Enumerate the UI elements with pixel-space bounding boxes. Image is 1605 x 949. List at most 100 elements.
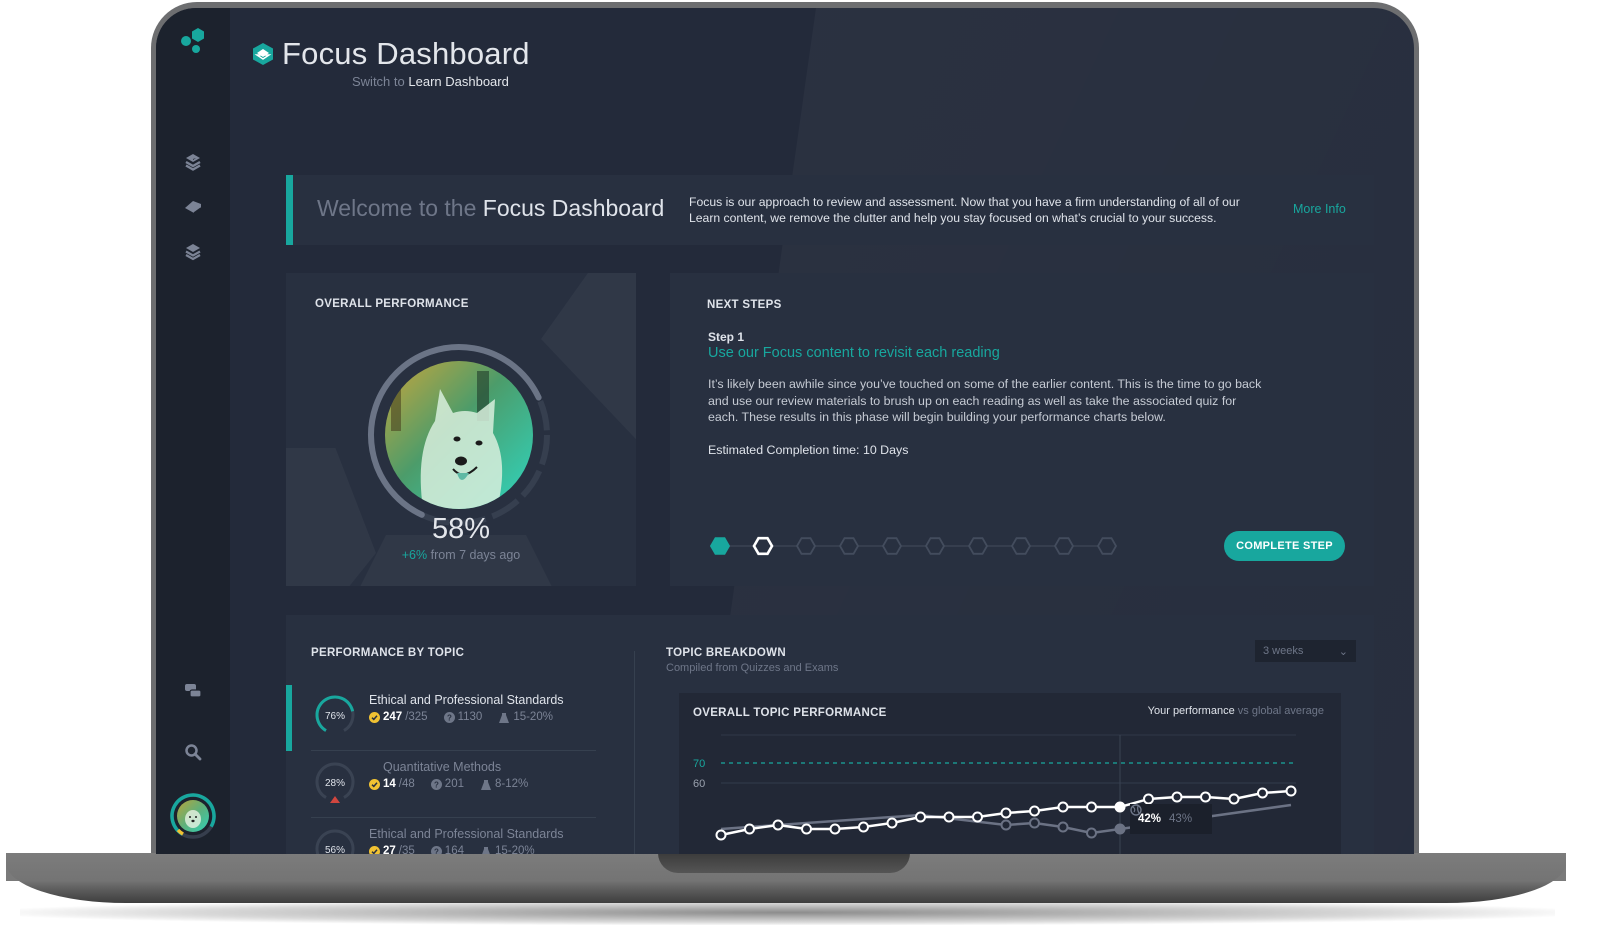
step-marker[interactable]: [838, 537, 860, 555]
step-marker[interactable]: [752, 536, 774, 556]
welcome-description: Focus is our approach to review and asse…: [689, 195, 1240, 225]
topic-row[interactable]: 28% Quantitative Methods 14/48 ? 201 8-12%: [311, 752, 598, 818]
focus-logo-icon: [253, 43, 273, 65]
accent-bar: [286, 175, 293, 245]
sidebar-item-study[interactable]: [182, 241, 204, 263]
switch-dashboard-link[interactable]: Switch to Learn Dashboard: [352, 74, 530, 89]
your-point[interactable]: [744, 823, 755, 835]
more-info-link[interactable]: More Info: [1293, 202, 1346, 216]
step-marker[interactable]: [1053, 537, 1075, 555]
your-point[interactable]: [1114, 801, 1126, 813]
step-title[interactable]: Use our Focus content to revisit each re…: [708, 345, 1000, 361]
your-point[interactable]: [943, 811, 955, 823]
your-point[interactable]: [915, 811, 926, 823]
next-steps-title: NEXT STEPS: [707, 299, 782, 311]
app-logo-icon[interactable]: [178, 26, 208, 56]
your-point[interactable]: [1228, 793, 1240, 805]
topic-stats: 247/325 ? 1130 15-20%: [369, 711, 553, 723]
step-marker[interactable]: [710, 537, 731, 555]
sidebar: [156, 8, 230, 854]
your-point[interactable]: [801, 823, 812, 835]
layers-stack-icon: [185, 154, 201, 171]
global-point: [1086, 827, 1097, 839]
next-steps-card: NEXT STEPS Step 1 Use our Focus content …: [670, 273, 1374, 586]
topic-row[interactable]: 76% Ethical and Professional Standards 247…: [311, 685, 598, 751]
complete-step-button[interactable]: COMPLETE STEP: [1224, 531, 1345, 561]
your-point[interactable]: [1257, 787, 1268, 799]
sidebar-item-learn[interactable]: [182, 196, 204, 218]
column-divider: [634, 651, 635, 854]
alert-icon: [330, 796, 340, 803]
your-point[interactable]: [972, 811, 983, 823]
topic-section: PERFORMANCE BY TOPIC 76% Ethical and Prof…: [286, 615, 1374, 854]
your-point[interactable]: [1200, 791, 1211, 803]
global-point: [1057, 821, 1069, 833]
your-point[interactable]: [772, 819, 784, 831]
performance-delta: +6% from 7 days ago: [286, 548, 636, 562]
your-point[interactable]: [1057, 801, 1069, 813]
your-point[interactable]: [1029, 805, 1040, 817]
question-icon: ?: [443, 711, 455, 723]
global-point: [1000, 819, 1012, 831]
chart-plot: 70 60: [693, 734, 1297, 854]
range-select-value: 3 weeks: [1263, 645, 1304, 657]
performance-by-topic-title: PERFORMANCE BY TOPIC: [311, 647, 465, 659]
step-marker[interactable]: [881, 537, 903, 555]
your-point[interactable]: [886, 817, 898, 829]
chat-icon: [185, 684, 202, 698]
your-point[interactable]: [1171, 791, 1183, 803]
topic-row[interactable]: 56% Ethical and Professional Standards 27/…: [311, 819, 598, 854]
your-point[interactable]: [829, 823, 841, 835]
topic-percent: 76%: [325, 711, 345, 722]
sidebar-item-search[interactable]: [182, 741, 204, 763]
your-point[interactable]: [1086, 801, 1097, 813]
globe-icon: [1130, 804, 1142, 816]
page-title: Focus Dashboard: [282, 36, 530, 71]
switch-prefix: Switch to: [352, 74, 405, 89]
step-marker[interactable]: [795, 537, 817, 555]
welcome-title-emphasis: Focus Dashboard: [482, 195, 665, 221]
app-screen: Focus Dashboard Switch to Learn Dashboar…: [156, 8, 1414, 854]
topic-percent: 56%: [325, 845, 345, 854]
active-topic-indicator: [286, 685, 292, 751]
laptop-shadow: [20, 900, 1555, 925]
overall-performance-card: OVERALL PERFORMANCE 58% +6% from 7 days: [286, 273, 636, 586]
topic-breakdown-title: TOPIC BREAKDOWN: [666, 647, 786, 659]
switch-target[interactable]: Learn Dashboard: [408, 74, 508, 89]
svg-text:?: ?: [434, 847, 439, 854]
topic-name: Ethical and Professional Standards: [369, 827, 564, 841]
topic-breakdown-subtitle: Compiled from Quizzes and Exams: [666, 662, 839, 674]
topic-stats: 14/48 ? 201 8-12%: [369, 778, 528, 790]
page-header: Focus Dashboard Switch to Learn Dashboar…: [252, 36, 530, 89]
step-description: It’s likely been awhile since you’ve tou…: [708, 377, 1262, 424]
laptop-notch: [658, 853, 910, 873]
y-tick-label: 60: [693, 778, 705, 790]
question-icon: ?: [430, 778, 442, 790]
your-point[interactable]: [1000, 807, 1012, 819]
your-point[interactable]: [858, 821, 869, 833]
user-avatar[interactable]: [169, 792, 217, 840]
chevron-down-icon: ⌄: [1338, 645, 1348, 658]
row-divider: [311, 750, 596, 751]
search-icon: [185, 744, 202, 761]
your-point[interactable]: [1143, 793, 1154, 805]
overall-percentage: 58%: [431, 513, 491, 545]
step-marker[interactable]: [1010, 537, 1032, 555]
estimated-completion: Estimated Completion time: 10 Days: [708, 443, 909, 457]
check-badge-icon: [369, 845, 380, 854]
topic-performance-chart: OVERALL TOPIC PERFORMANCE Your performan…: [679, 693, 1341, 854]
sidebar-item-focus[interactable]: [182, 151, 204, 173]
your-point[interactable]: [715, 829, 727, 841]
step-marker[interactable]: [924, 537, 946, 555]
svg-text:?: ?: [447, 713, 452, 722]
questions-stat: ? 201: [430, 778, 464, 790]
correct-stat: 14/48: [369, 778, 415, 790]
step-marker[interactable]: [967, 537, 989, 555]
sidebar-item-messages[interactable]: [182, 680, 204, 702]
decorative-hexagon: [541, 273, 636, 453]
step-marker[interactable]: [1096, 537, 1118, 555]
check-badge-icon: [369, 778, 380, 790]
layers-icon: [185, 244, 201, 261]
your-point[interactable]: [1285, 785, 1297, 797]
range-select[interactable]: 3 weeks ⌄: [1255, 640, 1356, 662]
